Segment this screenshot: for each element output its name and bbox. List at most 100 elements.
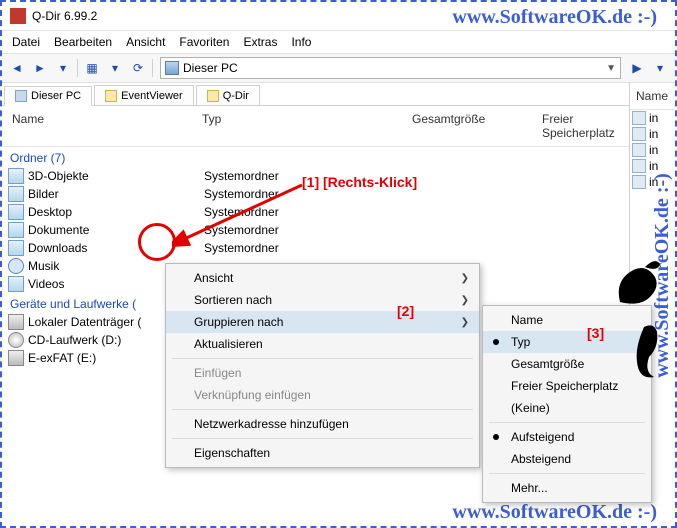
- folder-icon: [8, 240, 24, 256]
- annotation-arrow: [172, 180, 312, 260]
- bullet-icon: [493, 434, 499, 440]
- nav-back-button[interactable]: ◄: [6, 57, 28, 79]
- file-icon: [632, 127, 646, 141]
- file-icon: [632, 175, 646, 189]
- tab-label: Q-Dir: [223, 90, 249, 102]
- ctx-einfuegen: Einfügen: [166, 362, 479, 384]
- nav-history-button[interactable]: ▾: [52, 57, 74, 79]
- separator: [489, 473, 645, 474]
- tab-qdir[interactable]: Q-Dir: [196, 85, 260, 105]
- menu-favoriten[interactable]: Favoriten: [179, 35, 229, 49]
- ctx-label: Ansicht: [194, 271, 233, 285]
- watermark-bottom: www.SoftwareOK.de :-): [452, 501, 657, 524]
- decorative-silhouette: [610, 252, 665, 312]
- menu-extras[interactable]: Extras: [243, 35, 277, 49]
- tab-label: EventViewer: [121, 90, 183, 102]
- ctx-mehr[interactable]: Mehr...: [483, 477, 651, 499]
- menu-bearbeiten[interactable]: Bearbeiten: [54, 35, 112, 49]
- ctx-label: Gruppieren nach: [194, 315, 283, 329]
- ctx-aktualisieren[interactable]: Aktualisieren: [166, 333, 479, 355]
- ctx-label: Netzwerkadresse hinzufügen: [194, 417, 349, 431]
- annotation-1: [1] [Rechts-Klick]: [302, 174, 417, 190]
- chevron-right-icon: ❯: [461, 317, 469, 328]
- ctx-verknuepfung: Verknüpfung einfügen: [166, 384, 479, 406]
- item-label: in: [649, 143, 658, 157]
- list-item[interactable]: in: [630, 158, 675, 174]
- ctx-eigenschaften[interactable]: Eigenschaften: [166, 442, 479, 464]
- menu-info[interactable]: Info: [291, 35, 311, 49]
- view-options-icon[interactable]: ▾: [104, 57, 126, 79]
- folder-icon: [207, 90, 219, 102]
- address-bar[interactable]: Dieser PC ▼: [160, 57, 621, 79]
- ctx-absteigend[interactable]: Absteigend: [483, 448, 651, 470]
- cd-icon: [8, 332, 24, 348]
- separator: [77, 59, 78, 77]
- nav-forward-button[interactable]: ►: [29, 57, 51, 79]
- annotation-3: [3]: [587, 325, 604, 341]
- ctx-label: Freier Speicherplatz: [511, 379, 618, 393]
- file-icon: [632, 159, 646, 173]
- tab-dieser-pc[interactable]: Dieser PC: [4, 86, 92, 106]
- bullet-icon: [493, 339, 499, 345]
- ctx-sortieren[interactable]: Sortieren nach❯: [166, 289, 479, 311]
- menubar: Datei Bearbeiten Ansicht Favoriten Extra…: [2, 31, 675, 53]
- col-freierspeicher[interactable]: Freier Speicherplatz: [538, 110, 623, 142]
- ctx-keine[interactable]: (Keine): [483, 397, 651, 419]
- list-item[interactable]: DokumenteSystemordner: [6, 221, 629, 239]
- col-typ[interactable]: Typ: [198, 110, 408, 142]
- view-grid-icon[interactable]: ▦: [81, 57, 103, 79]
- column-headers-right: Name: [630, 83, 675, 110]
- column-headers: Name Typ Gesamtgröße Freier Speicherplat…: [2, 106, 629, 147]
- menu-ansicht[interactable]: Ansicht: [126, 35, 165, 49]
- col-name-right[interactable]: Name: [632, 87, 673, 105]
- address-dropdown-icon[interactable]: ▼: [606, 63, 616, 74]
- ctx-label: Gesamtgröße: [511, 357, 584, 371]
- list-item[interactable]: in: [630, 142, 675, 158]
- app-icon: [10, 8, 26, 24]
- list-item[interactable]: DownloadsSystemordner: [6, 239, 629, 257]
- chevron-right-icon: ❯: [461, 273, 469, 284]
- ctx-name[interactable]: Name: [483, 309, 651, 331]
- list-item[interactable]: DesktopSystemordner: [6, 203, 629, 221]
- ctx-ansicht[interactable]: Ansicht ❯: [166, 267, 479, 289]
- tab-strip: Dieser PC EventViewer Q-Dir: [2, 83, 629, 106]
- col-gesamtgroesse[interactable]: Gesamtgröße: [408, 110, 538, 142]
- item-label: in: [649, 159, 658, 173]
- folder-icon: [105, 90, 117, 102]
- window-title: Q-Dir 6.99.2: [32, 9, 97, 23]
- file-icon: [632, 143, 646, 157]
- ctx-label: (Keine): [511, 401, 550, 415]
- separator: [172, 438, 473, 439]
- go-button[interactable]: ▶: [626, 57, 648, 79]
- ctx-label: Sortieren nach: [194, 293, 272, 307]
- ctx-typ[interactable]: Typ: [483, 331, 651, 353]
- pc-icon: [15, 90, 27, 102]
- options-button[interactable]: ▾: [649, 57, 671, 79]
- folder-icon: [8, 186, 24, 202]
- list-item[interactable]: in: [630, 110, 675, 126]
- separator: [489, 422, 645, 423]
- ctx-aufsteigend[interactable]: Aufsteigend: [483, 426, 651, 448]
- ctx-label: Einfügen: [194, 366, 241, 380]
- folder-icon: [8, 168, 24, 184]
- folder-icon: [8, 204, 24, 220]
- annotation-circle: [138, 223, 176, 261]
- refresh-icon[interactable]: ⟳: [127, 57, 149, 79]
- menu-datei[interactable]: Datei: [12, 35, 40, 49]
- ctx-gruppieren[interactable]: Gruppieren nach ❯: [166, 311, 479, 333]
- tab-eventviewer[interactable]: EventViewer: [94, 85, 194, 105]
- ctx-gesamtgroesse[interactable]: Gesamtgröße: [483, 353, 651, 375]
- col-name[interactable]: Name: [8, 110, 198, 142]
- item-label: in: [649, 127, 658, 141]
- ctx-label: Name: [511, 313, 543, 327]
- ctx-netzwerkadresse[interactable]: Netzwerkadresse hinzufügen: [166, 413, 479, 435]
- ctx-label: Verknüpfung einfügen: [194, 388, 311, 402]
- toolbar: ◄ ► ▾ ▦ ▾ ⟳ Dieser PC ▼ ▶ ▾: [2, 53, 675, 83]
- list-item[interactable]: in: [630, 126, 675, 142]
- music-icon: [8, 258, 24, 274]
- ctx-label: Absteigend: [511, 452, 571, 466]
- separator: [152, 59, 153, 77]
- ctx-freierspeicher[interactable]: Freier Speicherplatz: [483, 375, 651, 397]
- tab-label: Dieser PC: [31, 90, 81, 102]
- decorative-silhouette: [629, 322, 669, 382]
